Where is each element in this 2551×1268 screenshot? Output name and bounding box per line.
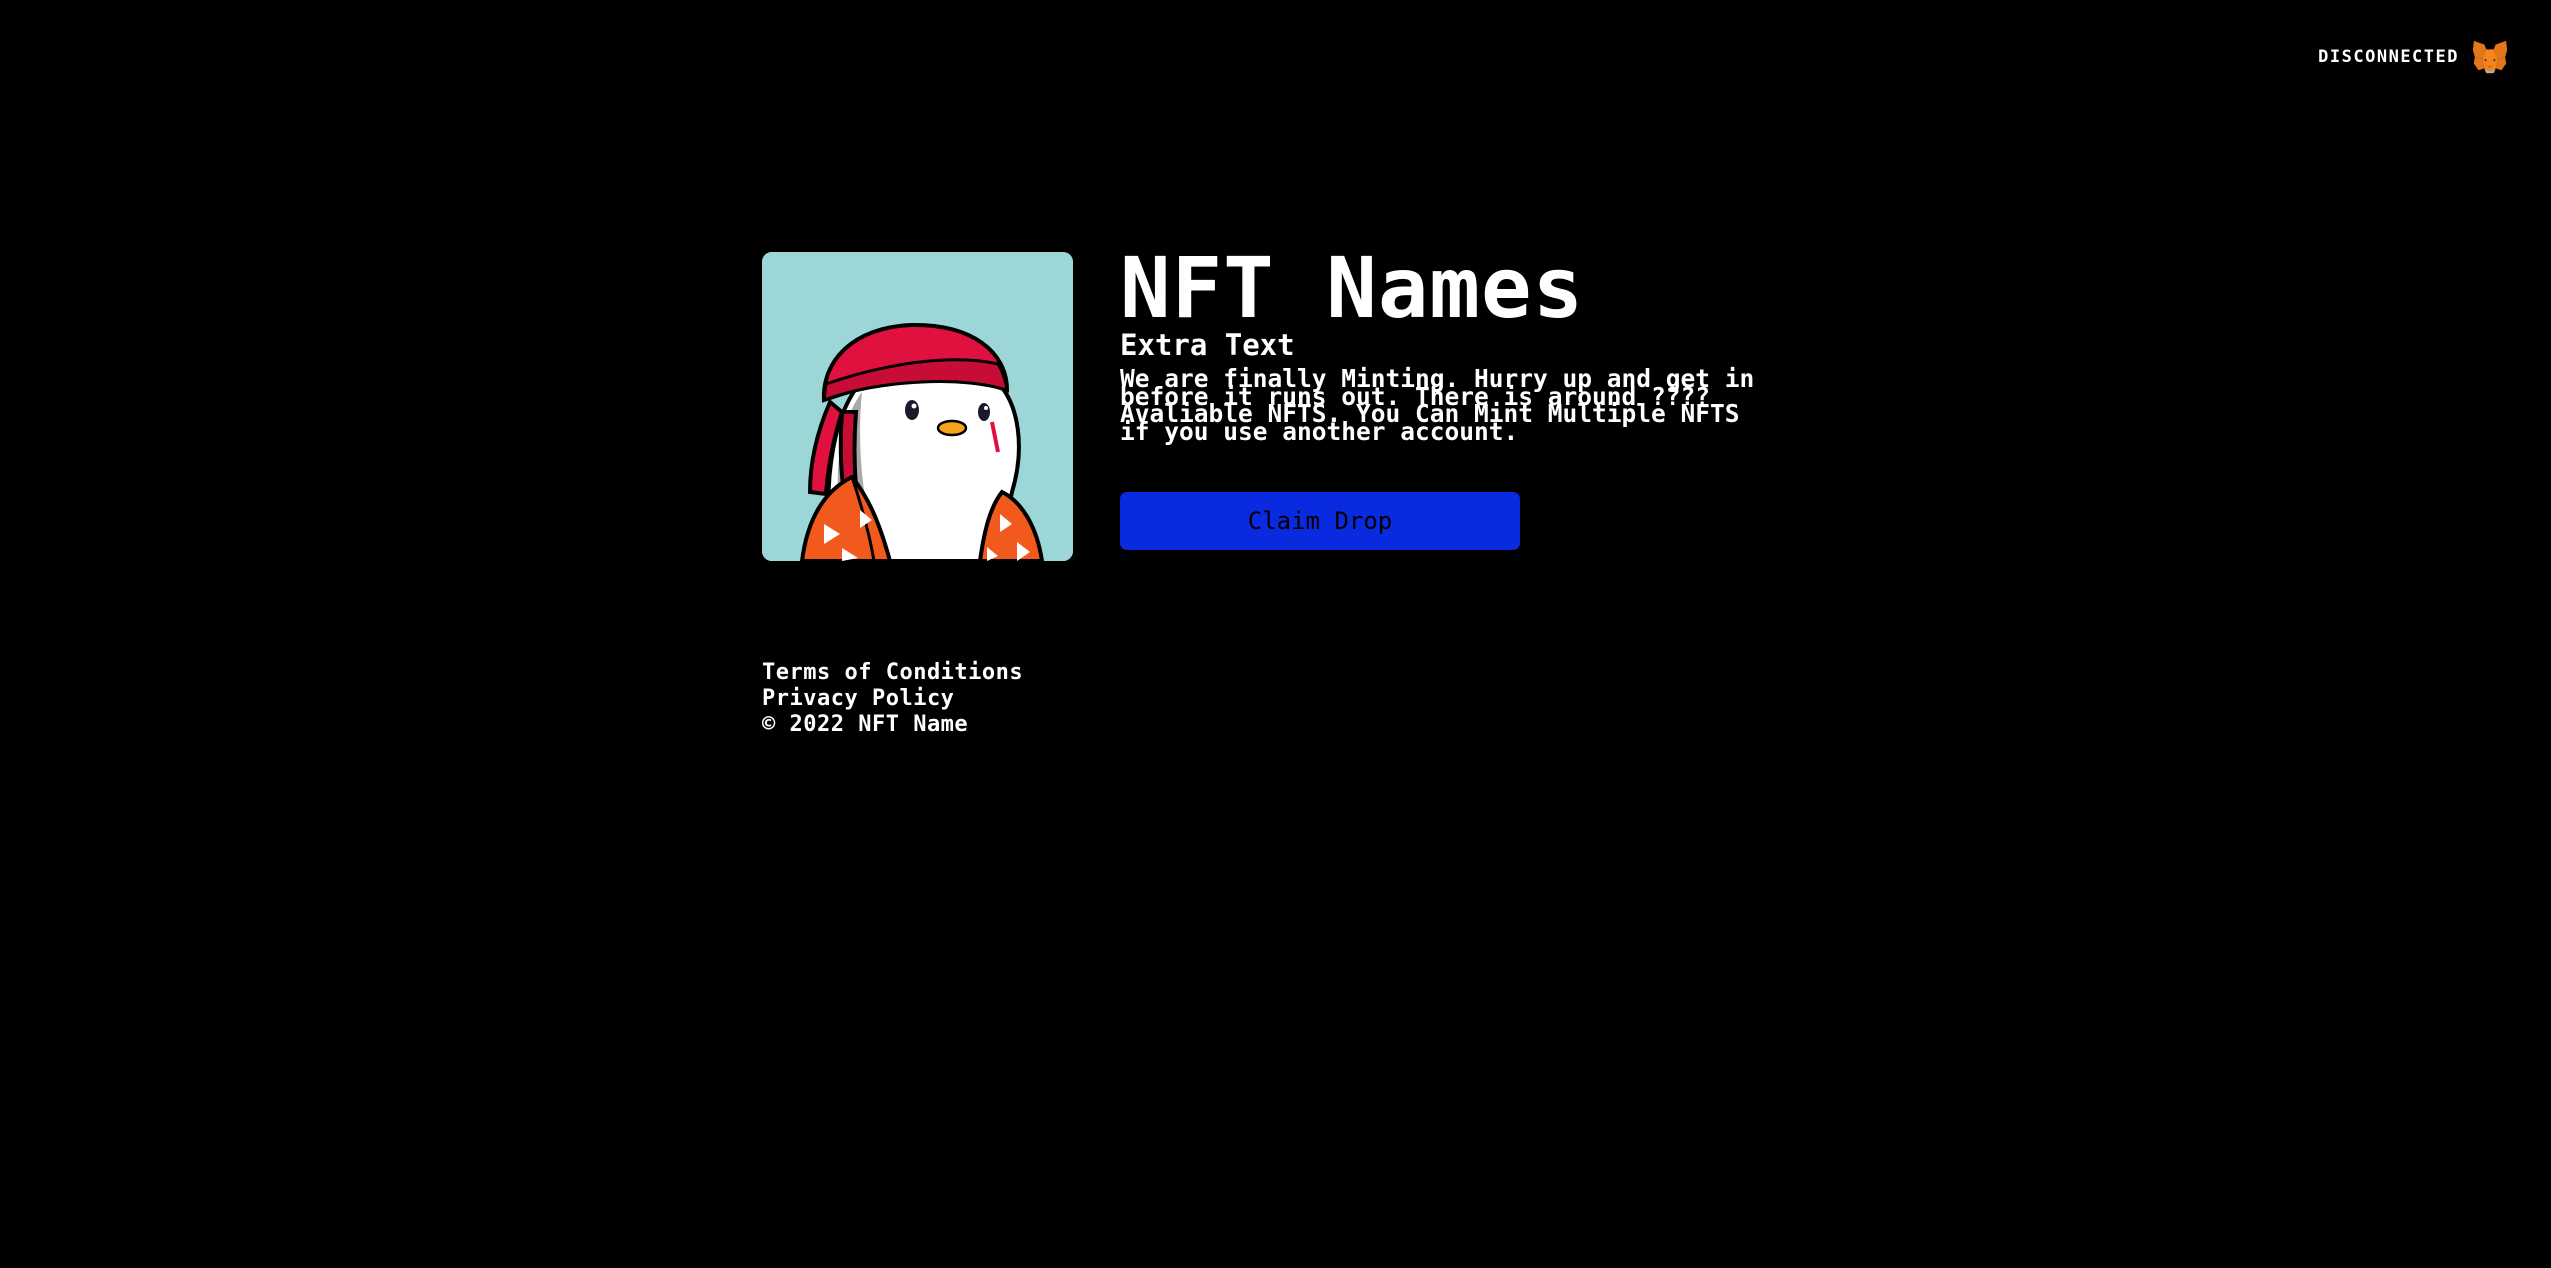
penguin-nft-avatar <box>762 252 1073 561</box>
copyright-text: © 2022 NFT Name <box>762 712 969 737</box>
hero-section: NFT Names Extra Text We are finally Mint… <box>762 239 1780 561</box>
description-text: We are finally Minting. Hurry up and get… <box>1120 364 1755 446</box>
page: DISCONNECTED NFT Names Extra Text We are… <box>0 0 2551 1268</box>
page-title: NFT Names <box>1120 239 1585 337</box>
wallet-connection[interactable]: DISCONNECTED <box>2318 38 2509 76</box>
privacy-link[interactable]: Privacy Policy <box>762 686 1023 712</box>
footer: Terms of Conditions Privacy Policy © 202… <box>762 660 1023 738</box>
metamask-fox-icon[interactable] <box>2471 38 2509 76</box>
wallet-status-label[interactable]: DISCONNECTED <box>2318 47 2459 67</box>
nft-avatar-image <box>762 252 1073 561</box>
hero-info: NFT Names Extra Text We are finally Mint… <box>1120 239 1780 561</box>
terms-link[interactable]: Terms of Conditions <box>762 660 1023 686</box>
claim-drop-button[interactable]: Claim Drop <box>1120 492 1520 550</box>
